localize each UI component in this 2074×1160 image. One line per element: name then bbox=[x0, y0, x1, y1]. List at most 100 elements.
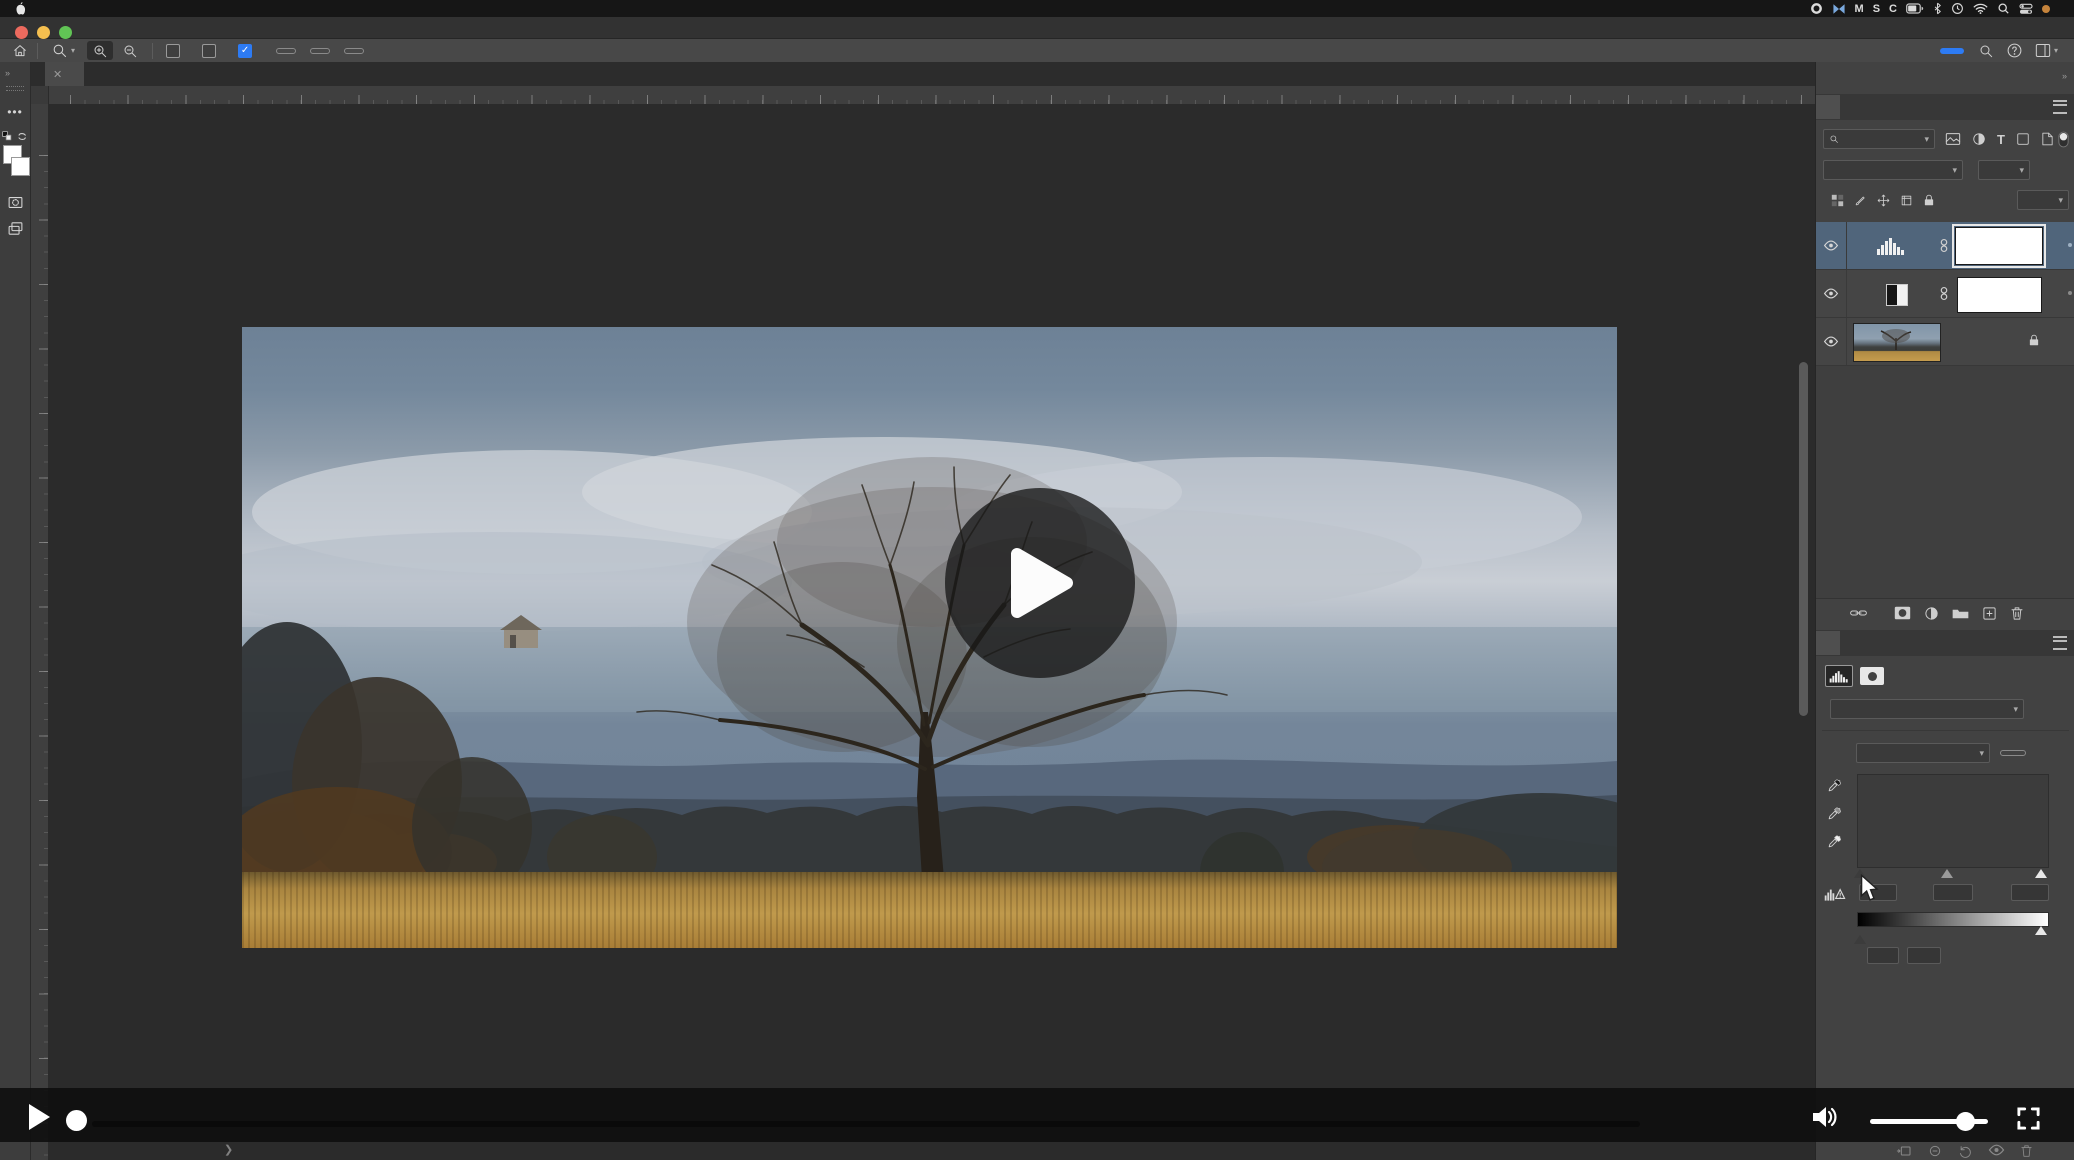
new-group-icon[interactable] bbox=[1952, 606, 1969, 620]
horizontal-ruler[interactable] bbox=[30, 86, 1815, 105]
mask-link-icon[interactable] bbox=[1940, 286, 1948, 301]
output-black-field[interactable] bbox=[1867, 947, 1899, 964]
input-white-field[interactable] bbox=[2011, 884, 2049, 901]
share-button[interactable] bbox=[1940, 48, 1964, 54]
reset-icon[interactable] bbox=[1958, 1144, 1973, 1158]
status-chevron-icon[interactable]: ❯ bbox=[224, 1143, 233, 1156]
video-scrubber-handle[interactable] bbox=[66, 1106, 88, 1136]
lock-all-icon[interactable] bbox=[1923, 194, 1935, 207]
collapse-tools-icon[interactable]: » bbox=[0, 62, 30, 78]
output-black-slider[interactable] bbox=[1854, 935, 1866, 944]
minimize-window-button[interactable] bbox=[37, 26, 50, 39]
add-mask-icon[interactable] bbox=[1894, 606, 1911, 620]
lock-artboard-icon[interactable] bbox=[1900, 194, 1913, 207]
resize-windows-checkbox[interactable] bbox=[166, 44, 186, 58]
panel-grip[interactable] bbox=[6, 86, 24, 91]
white-point-eyedropper-icon[interactable] bbox=[1827, 834, 1842, 849]
filter-shape-layers-icon[interactable] bbox=[2016, 132, 2030, 146]
opacity-dropdown[interactable]: ▾ bbox=[1978, 160, 2030, 180]
search-icon[interactable] bbox=[1978, 43, 1994, 59]
link-layers-icon[interactable] bbox=[1850, 608, 1867, 618]
black-point-eyedropper-icon[interactable] bbox=[1827, 778, 1842, 793]
volume-mute-button[interactable] bbox=[1810, 1104, 1838, 1130]
c-app-icon[interactable]: C bbox=[1889, 3, 1897, 15]
video-progress-track[interactable] bbox=[92, 1121, 1640, 1127]
tab-properties[interactable] bbox=[1816, 631, 1840, 655]
layer-row-adjustment[interactable] bbox=[1816, 270, 2074, 318]
zoom-in-button[interactable] bbox=[87, 41, 113, 60]
visibility-icon[interactable] bbox=[1988, 1144, 2005, 1156]
workspace-switcher-icon[interactable]: ▾ bbox=[2035, 43, 2068, 58]
zoom-percent-button[interactable] bbox=[276, 48, 296, 54]
blend-mode-dropdown[interactable]: ▾ bbox=[1823, 160, 1963, 180]
output-white-field[interactable] bbox=[1907, 947, 1941, 964]
s-app-icon[interactable]: S bbox=[1873, 3, 1880, 15]
tab-history[interactable] bbox=[1840, 95, 1864, 119]
layers-panel-menu-icon[interactable] bbox=[2053, 100, 2067, 114]
fill-screen-button[interactable] bbox=[344, 48, 364, 54]
ruler-origin-corner[interactable] bbox=[30, 86, 49, 105]
levels-adjustment-icon[interactable] bbox=[1876, 237, 1906, 255]
maxon-m-icon[interactable]: M bbox=[1855, 3, 1864, 15]
fit-screen-button[interactable] bbox=[310, 48, 330, 54]
mask-badge-icon[interactable] bbox=[1860, 667, 1884, 685]
time-machine-icon[interactable] bbox=[1951, 2, 1964, 15]
previous-state-icon[interactable] bbox=[1927, 1144, 1943, 1158]
gray-point-eyedropper-icon[interactable] bbox=[1827, 806, 1842, 821]
video-play-overlay-button[interactable] bbox=[945, 488, 1135, 678]
filter-smart-objects-icon[interactable] bbox=[2041, 132, 2054, 146]
apple-menu-icon[interactable] bbox=[14, 1, 27, 16]
layer-row-levels-adjustment[interactable] bbox=[1816, 222, 2074, 270]
collapse-panels-icon[interactable]: » bbox=[2062, 71, 2068, 81]
butterfly-icon[interactable] bbox=[1832, 3, 1846, 15]
control-center-icon[interactable] bbox=[2019, 3, 2033, 15]
tab-layers[interactable] bbox=[1816, 95, 1840, 119]
channel-dropdown[interactable]: ▾ bbox=[1856, 743, 1990, 763]
new-adjustment-layer-icon[interactable] bbox=[1924, 606, 1939, 621]
visibility-toggle[interactable] bbox=[1816, 270, 1847, 317]
zoom-tool-preset-icon[interactable]: ▾ bbox=[51, 42, 75, 59]
preset-dropdown[interactable]: ▾ bbox=[1830, 699, 2024, 719]
scrubby-zoom-checkbox[interactable]: ✓ bbox=[238, 44, 258, 58]
background-lock-icon[interactable] bbox=[2028, 334, 2040, 347]
zoom-window-button[interactable] bbox=[59, 26, 72, 39]
layer-mask-thumbnail[interactable] bbox=[1957, 277, 2042, 313]
bluetooth-icon[interactable] bbox=[1933, 2, 1942, 15]
more-tools-icon[interactable]: ••• bbox=[2, 101, 28, 123]
filter-kind-dropdown[interactable]: ▾ bbox=[1823, 129, 1935, 149]
fill-dropdown[interactable]: ▾ bbox=[2017, 190, 2069, 210]
background-layer-thumbnail[interactable] bbox=[1853, 323, 1941, 362]
new-layer-icon[interactable] bbox=[1982, 606, 1997, 621]
lock-transparency-icon[interactable] bbox=[1831, 194, 1844, 207]
auto-button[interactable] bbox=[2000, 750, 2026, 756]
properties-panel-menu-icon[interactable] bbox=[2053, 636, 2067, 650]
zoom-all-windows-checkbox[interactable] bbox=[202, 44, 222, 58]
home-icon[interactable] bbox=[12, 43, 28, 59]
delete-icon[interactable] bbox=[2020, 1144, 2033, 1158]
delete-layer-icon[interactable] bbox=[2010, 606, 2024, 621]
close-window-button[interactable] bbox=[15, 26, 28, 39]
default-colors-icon[interactable] bbox=[2, 131, 13, 142]
levels-histogram[interactable] bbox=[1857, 774, 2049, 868]
filter-adjustment-layers-icon[interactable] bbox=[1972, 132, 1986, 146]
record-circle-icon[interactable] bbox=[1810, 2, 1823, 15]
help-icon[interactable] bbox=[2006, 42, 2023, 59]
visibility-toggle[interactable] bbox=[1816, 318, 1847, 365]
video-play-button[interactable] bbox=[26, 1102, 52, 1132]
input-gamma-field[interactable] bbox=[1933, 884, 1973, 901]
tab-info[interactable] bbox=[1864, 95, 1888, 119]
quick-mask-icon[interactable] bbox=[2, 191, 28, 213]
clip-to-layer-icon[interactable] bbox=[1896, 1144, 1912, 1158]
checkbox-box[interactable] bbox=[166, 44, 180, 58]
volume-slider-handle[interactable] bbox=[1956, 1112, 1975, 1131]
output-white-slider[interactable] bbox=[2035, 926, 2047, 935]
close-tab-icon[interactable]: ✕ bbox=[53, 68, 62, 81]
spotlight-search-icon[interactable] bbox=[1997, 2, 2010, 15]
adjustment-layer-icon[interactable] bbox=[1886, 284, 1908, 306]
filter-pixel-layers-icon[interactable] bbox=[1945, 132, 1961, 146]
mask-link-icon[interactable] bbox=[1940, 238, 1948, 253]
filter-toggle-icon[interactable] bbox=[2057, 131, 2070, 148]
zoom-out-button[interactable] bbox=[117, 41, 143, 60]
lock-pixels-icon[interactable] bbox=[1854, 194, 1867, 207]
canvas-vertical-scrollbar[interactable] bbox=[1799, 362, 1808, 716]
